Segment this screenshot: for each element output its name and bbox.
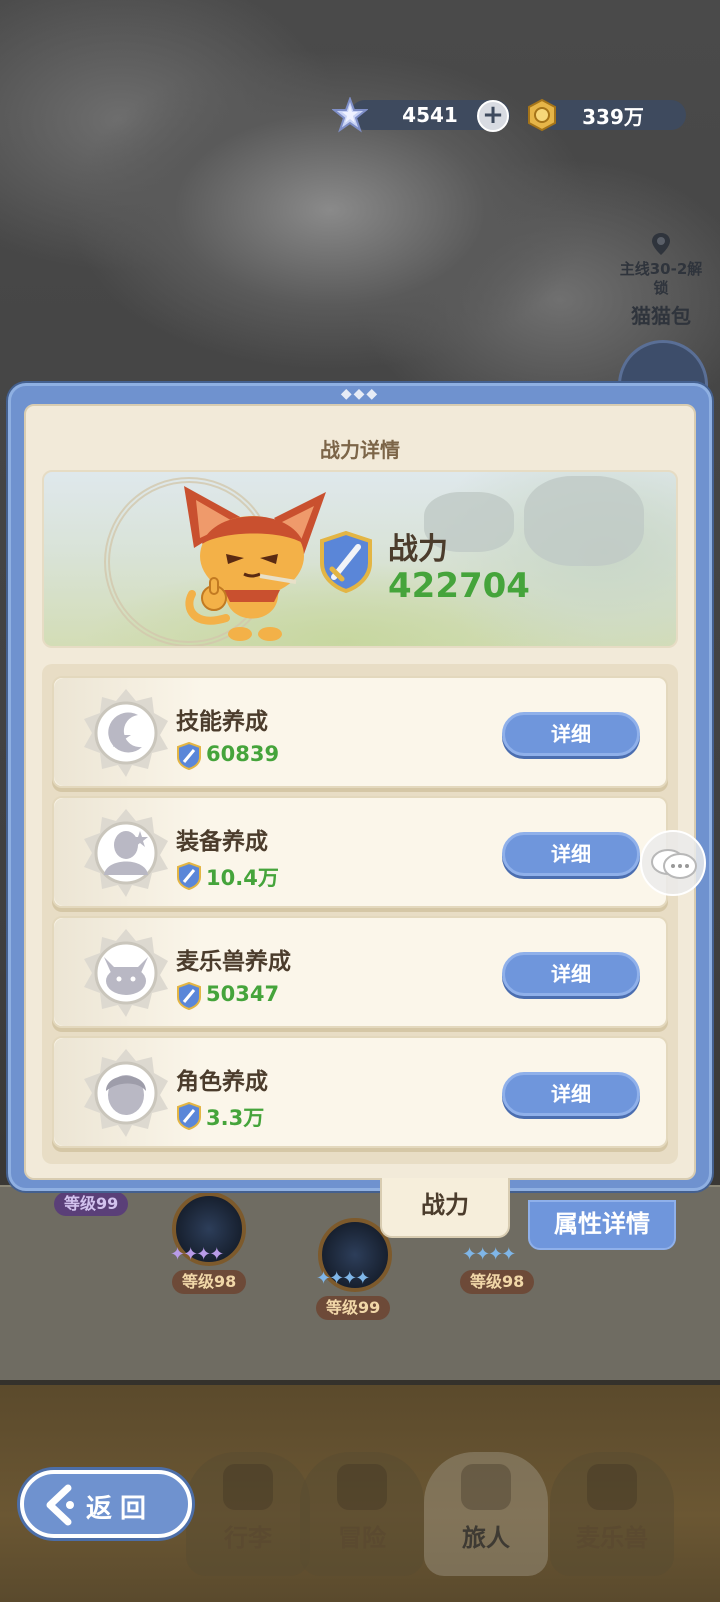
- power-shield-small-icon: [177, 862, 201, 890]
- back-label: 返回: [86, 1494, 155, 1524]
- pet-detail-button[interactable]: 详细: [502, 952, 640, 996]
- item-name: 麦乐兽养成: [176, 949, 291, 975]
- power-shield-icon: [320, 531, 372, 593]
- item-power-value: 3.3万: [206, 1106, 265, 1130]
- hero-cat-icon: [184, 486, 326, 641]
- tab-attribute-details[interactable]: 属性详情: [528, 1200, 676, 1250]
- nav-label: 冒险: [338, 1524, 386, 1552]
- list-item-equipment: 装备养成 10.4万 详细: [52, 796, 668, 908]
- power-label: 战力: [388, 532, 448, 567]
- nav-item-adventure[interactable]: 冒险: [300, 1452, 424, 1576]
- banner-rock: [524, 476, 644, 566]
- traveler-avatar-icon: [461, 1464, 511, 1510]
- equipment-detail-button[interactable]: 详细: [502, 832, 640, 876]
- party-level-badge: 等级98: [460, 1270, 535, 1294]
- dialog-ornament-icon: ◆◆◆: [340, 386, 380, 402]
- party-level-badge: 等级99: [54, 1192, 129, 1216]
- list-item-character: 角色养成 3.3万 详细: [52, 1036, 668, 1148]
- item-name: 角色养成: [176, 1069, 268, 1095]
- gold-coin-icon: [524, 97, 560, 133]
- power-breakdown-list[interactable]: 技能养成 60839 详细 装备养成 10.4万 详细 麦乐兽养成 50347 …: [42, 664, 678, 1164]
- chat-button[interactable]: [640, 830, 706, 896]
- add-gems-button[interactable]: +: [477, 100, 509, 132]
- crossed-swords-icon: [337, 1464, 387, 1510]
- nav-item-pet[interactable]: 麦乐兽: [550, 1452, 674, 1576]
- star-gem-icon: [332, 97, 368, 133]
- star-rating-icon: ✦✦✦✦: [170, 1244, 224, 1265]
- item-name: 装备养成: [176, 829, 268, 855]
- item-power-value: 10.4万: [206, 866, 279, 890]
- cat-pet-icon: [587, 1464, 637, 1510]
- locked-feature-widget[interactable]: 主线30-2解锁 猫猫包: [618, 232, 704, 329]
- tab-power[interactable]: 战力: [380, 1178, 510, 1238]
- chat-icon: [651, 849, 697, 879]
- star-rating-icon: ✦✦✦✦: [462, 1244, 516, 1265]
- character-icon: [84, 1049, 168, 1137]
- star-rating-icon: ✦✦✦✦: [316, 1268, 370, 1289]
- lock-pin-icon: [652, 233, 670, 255]
- unlock-condition: 主线30-2解锁: [619, 260, 703, 297]
- pet-icon: [84, 929, 168, 1017]
- nav-label: 麦乐兽: [576, 1524, 648, 1552]
- skill-detail-button[interactable]: 详细: [502, 712, 640, 756]
- equipment-icon: [84, 809, 168, 897]
- gold-counter: 339万: [540, 100, 686, 130]
- power-value: 422704: [388, 566, 530, 606]
- power-shield-small-icon: [177, 982, 201, 1010]
- nav-item-traveler[interactable]: 旅人: [424, 1452, 548, 1576]
- nav-label: 旅人: [462, 1524, 510, 1552]
- nav-label: 行李: [224, 1524, 272, 1552]
- back-button[interactable]: 返回: [20, 1470, 192, 1538]
- item-power-value: 50347: [206, 982, 280, 1006]
- item-name: 技能养成: [176, 709, 268, 735]
- dialog-title: 战力详情: [320, 438, 400, 462]
- gold-count: 339万: [582, 104, 644, 129]
- power-shield-small-icon: [177, 742, 201, 770]
- power-shield-small-icon: [177, 1102, 201, 1130]
- skill-icon: [84, 689, 168, 777]
- list-item-skill: 技能养成 60839 详细: [52, 676, 668, 788]
- nav-item-luggage[interactable]: 行李: [186, 1452, 310, 1576]
- locked-feature-name: 猫猫包: [631, 304, 691, 328]
- back-arrow-icon: [46, 1484, 74, 1526]
- chest-icon: [223, 1464, 273, 1510]
- party-level-badge: 等级98: [172, 1270, 247, 1294]
- character-detail-button[interactable]: 详细: [502, 1072, 640, 1116]
- list-item-pet: 麦乐兽养成 50347 详细: [52, 916, 668, 1028]
- party-level-badge: 等级99: [316, 1296, 391, 1320]
- item-power-value: 60839: [206, 742, 280, 766]
